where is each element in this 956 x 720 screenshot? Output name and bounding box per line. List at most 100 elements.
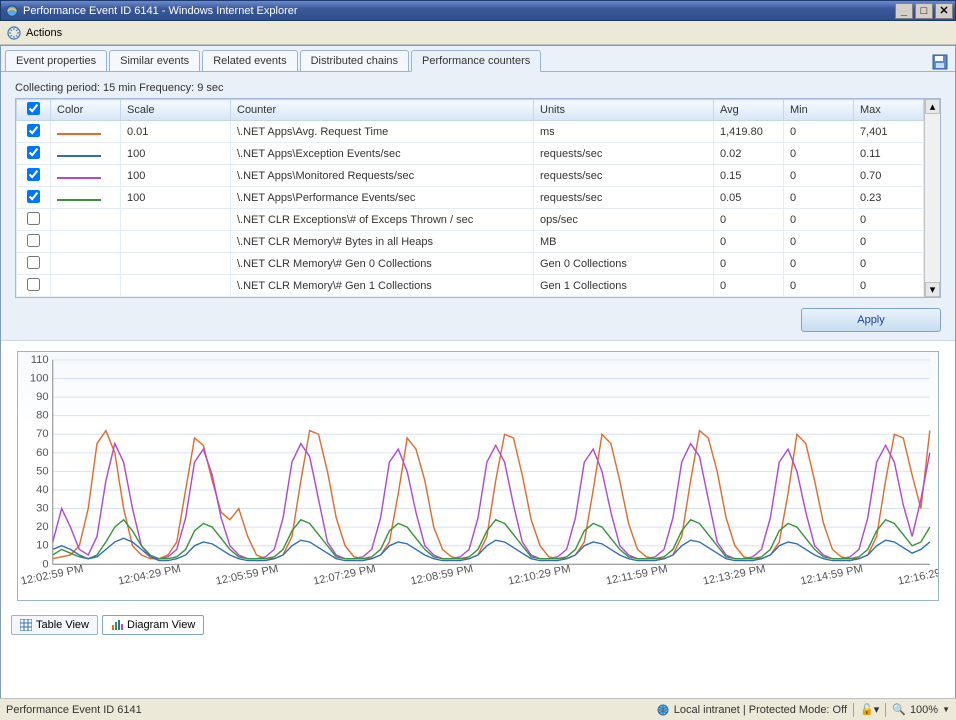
cell-max: 0.70 <box>854 165 924 187</box>
table-row[interactable]: \.NET CLR Memory\# Bytes in all HeapsMB0… <box>17 231 924 253</box>
table-view-button[interactable]: Table View <box>11 615 98 635</box>
cell-max: 0 <box>854 209 924 231</box>
cell-avg: 1,419.80 <box>714 121 784 143</box>
cell-counter: \.NET CLR Memory\# Gen 1 Collections <box>231 275 534 297</box>
diagram-view-button[interactable]: Diagram View <box>102 615 204 635</box>
security-dropdown[interactable]: 🔓▾ <box>860 703 879 716</box>
actions-bar: Actions <box>0 21 956 45</box>
svg-text:12:02:59 PM: 12:02:59 PM <box>20 563 85 587</box>
cell-scale <box>121 209 231 231</box>
table-row[interactable]: \.NET CLR Memory\# Gen 1 CollectionsGen … <box>17 275 924 297</box>
scroll-down-arrow[interactable]: ▾ <box>925 282 940 297</box>
col-counter[interactable]: Counter <box>231 100 534 121</box>
cell-units: ms <box>534 121 714 143</box>
tab-strip: Event properties Similar events Related … <box>1 46 955 72</box>
cell-units: requests/sec <box>534 165 714 187</box>
color-swatch <box>57 155 101 157</box>
row-checkbox[interactable] <box>27 234 40 247</box>
svg-text:100: 100 <box>30 373 49 385</box>
actions-icon <box>6 25 22 41</box>
counter-panel: Collecting period: 15 min Frequency: 9 s… <box>1 72 955 341</box>
table-row[interactable]: \.NET CLR Exceptions\# of Exceps Thrown … <box>17 209 924 231</box>
main-content: Event properties Similar events Related … <box>0 45 956 716</box>
cell-max: 0 <box>854 275 924 297</box>
ie-icon <box>5 4 19 18</box>
table-row[interactable]: 0.01\.NET Apps\Avg. Request Timems1,419.… <box>17 121 924 143</box>
col-color[interactable]: Color <box>51 100 121 121</box>
col-check[interactable] <box>17 100 51 121</box>
row-checkbox[interactable] <box>27 168 40 181</box>
cell-counter: \.NET CLR Memory\# Bytes in all Heaps <box>231 231 534 253</box>
table-scrollbar[interactable]: ▴ ▾ <box>924 99 940 297</box>
cell-max: 0.11 <box>854 143 924 165</box>
cell-avg: 0.05 <box>714 187 784 209</box>
cell-counter: \.NET Apps\Performance Events/sec <box>231 187 534 209</box>
svg-text:30: 30 <box>36 503 48 515</box>
col-max[interactable]: Max <box>854 100 924 121</box>
cell-min: 0 <box>784 143 854 165</box>
cell-units: Gen 0 Collections <box>534 253 714 275</box>
row-checkbox[interactable] <box>27 124 40 137</box>
cell-max: 0 <box>854 231 924 253</box>
zoom-control[interactable]: 🔍 100% ▼ <box>892 703 950 716</box>
status-zone: Local intranet | Protected Mode: Off <box>674 704 847 716</box>
row-checkbox[interactable] <box>27 190 40 203</box>
svg-text:10: 10 <box>36 540 48 552</box>
view-toggle: Table View Diagram View <box>1 609 955 641</box>
zoom-dropdown-arrow[interactable]: ▼ <box>942 705 950 714</box>
cell-counter: \.NET Apps\Monitored Requests/sec <box>231 165 534 187</box>
svg-text:70: 70 <box>36 428 48 440</box>
maximize-button[interactable]: □ <box>915 3 933 19</box>
save-icon[interactable] <box>931 53 949 71</box>
svg-text:12:08:59 PM: 12:08:59 PM <box>410 563 475 587</box>
cell-max: 0 <box>854 253 924 275</box>
cell-scale <box>121 275 231 297</box>
col-scale[interactable]: Scale <box>121 100 231 121</box>
header-row: Color Scale Counter Units Avg Min Max <box>17 100 924 121</box>
minimize-button[interactable]: _ <box>895 3 913 19</box>
row-checkbox[interactable] <box>27 212 40 225</box>
zoom-icon: 🔍 <box>892 703 906 716</box>
cell-max: 7,401 <box>854 121 924 143</box>
svg-text:12:11:59 PM: 12:11:59 PM <box>605 563 669 587</box>
svg-text:50: 50 <box>36 466 48 478</box>
table-row[interactable]: 100\.NET Apps\Exception Events/secreques… <box>17 143 924 165</box>
apply-button[interactable]: Apply <box>801 308 941 332</box>
color-swatch <box>57 177 101 179</box>
svg-text:20: 20 <box>36 521 48 533</box>
table-view-icon <box>20 619 32 631</box>
cell-counter: \.NET Apps\Avg. Request Time <box>231 121 534 143</box>
close-button[interactable]: ✕ <box>935 3 953 19</box>
counter-table-container: Color Scale Counter Units Avg Min Max 0.… <box>15 98 941 298</box>
table-row[interactable]: 100\.NET Apps\Monitored Requests/secrequ… <box>17 165 924 187</box>
row-checkbox[interactable] <box>27 256 40 269</box>
svg-text:12:13:29 PM: 12:13:29 PM <box>702 563 767 587</box>
row-checkbox[interactable] <box>27 278 40 291</box>
cell-avg: 0 <box>714 231 784 253</box>
actions-label[interactable]: Actions <box>26 27 62 39</box>
cell-min: 0 <box>784 231 854 253</box>
col-min[interactable]: Min <box>784 100 854 121</box>
cell-units: ops/sec <box>534 209 714 231</box>
tab-similar-events[interactable]: Similar events <box>109 50 200 71</box>
row-checkbox[interactable] <box>27 146 40 159</box>
select-all-checkbox[interactable] <box>27 102 40 115</box>
svg-text:12:10:29 PM: 12:10:29 PM <box>507 563 572 587</box>
tab-event-properties[interactable]: Event properties <box>5 50 107 71</box>
col-units[interactable]: Units <box>534 100 714 121</box>
table-row[interactable]: 100\.NET Apps\Performance Events/secrequ… <box>17 187 924 209</box>
tab-performance-counters[interactable]: Performance counters <box>411 50 541 72</box>
color-swatch <box>57 133 101 135</box>
table-row[interactable]: \.NET CLR Memory\# Gen 0 CollectionsGen … <box>17 253 924 275</box>
cell-avg: 0.02 <box>714 143 784 165</box>
tab-related-events[interactable]: Related events <box>202 50 297 71</box>
cell-units: Gen 1 Collections <box>534 275 714 297</box>
table-view-label: Table View <box>36 619 89 631</box>
scroll-up-arrow[interactable]: ▴ <box>925 99 940 114</box>
cell-scale: 100 <box>121 187 231 209</box>
collecting-period-text: Collecting period: 15 min Frequency: 9 s… <box>15 82 941 94</box>
tab-distributed-chains[interactable]: Distributed chains <box>300 50 409 71</box>
col-avg[interactable]: Avg <box>714 100 784 121</box>
cell-counter: \.NET CLR Memory\# Gen 0 Collections <box>231 253 534 275</box>
svg-text:90: 90 <box>36 391 48 403</box>
